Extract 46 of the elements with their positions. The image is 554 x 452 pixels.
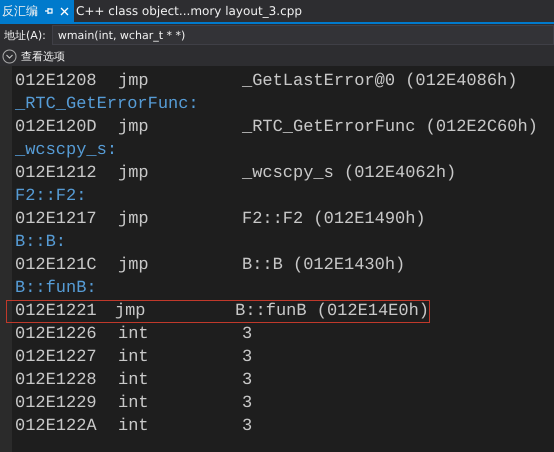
instruction-mnemonic: jmp [114, 302, 146, 321]
instruction-mnemonic: int [118, 348, 150, 367]
instruction-mnemonic: jmp [118, 210, 150, 229]
code-label: _RTC_GetErrorFunc: [15, 95, 199, 114]
instruction-operand: 3 [242, 325, 252, 344]
instruction-operand: 3 [242, 371, 252, 390]
close-icon[interactable] [60, 6, 69, 16]
instruction-address: 012E122A [15, 417, 98, 436]
instruction-operand: F2::F2 (012E1490h) [242, 210, 426, 229]
view-options-toggle[interactable]: 查看选项 [21, 48, 65, 64]
instruction-operand: 3 [242, 348, 252, 367]
instruction-mnemonic: jmp [118, 118, 150, 137]
instruction-address: 012E1229 [15, 394, 98, 413]
document-tab[interactable]: C++ class object...mory layout_3.cpp [74, 0, 307, 22]
instruction-operand: B::funB (012E14E0h) [235, 302, 429, 321]
pin-icon[interactable] [44, 6, 54, 16]
address-label: 地址(A): [4, 28, 46, 42]
instruction-operand: _GetLastError@0 (012E4086h) [242, 72, 518, 91]
instruction-address: 012E1208 [15, 72, 98, 91]
instruction-operand: B::B (012E1430h) [242, 256, 406, 275]
instruction-operand: 3 [242, 394, 252, 413]
code-label: B::funB: [15, 279, 97, 298]
instruction-mnemonic: jmp [118, 256, 150, 275]
instruction-address: 012E1226 [15, 325, 98, 344]
instruction-mnemonic: int [118, 417, 150, 436]
instruction-address: 012E1227 [15, 348, 98, 367]
code-label: B::B: [15, 233, 66, 252]
instruction-operand: _wcscpy_s (012E4062h) [242, 164, 456, 183]
instruction-mnemonic: int [118, 394, 150, 413]
expand-icon[interactable] [2, 48, 17, 64]
instruction-address: 012E120D [15, 118, 98, 137]
instruction-operand: 3 [242, 417, 252, 436]
instruction-mnemonic: int [118, 371, 150, 390]
instruction-mnemonic: jmp [118, 72, 150, 91]
instruction-address: 012E1212 [15, 164, 98, 183]
address-field[interactable]: wmain(int, wchar_t * *) [52, 25, 554, 45]
instruction-operand: _RTC_GetErrorFunc (012E2C60h) [242, 118, 538, 137]
instruction-mnemonic: jmp [118, 164, 150, 183]
instruction-address: 012E121C [15, 256, 98, 275]
code-label: _wcscpy_s: [15, 141, 118, 160]
instruction-address: 012E1221 [15, 302, 98, 321]
instruction-address: 012E1217 [15, 210, 98, 229]
code-label: F2::F2: [15, 187, 86, 206]
document-tab[interactable]: 反汇编 [0, 0, 74, 22]
instruction-address: 012E1228 [15, 371, 98, 390]
instruction-mnemonic: int [118, 325, 150, 344]
